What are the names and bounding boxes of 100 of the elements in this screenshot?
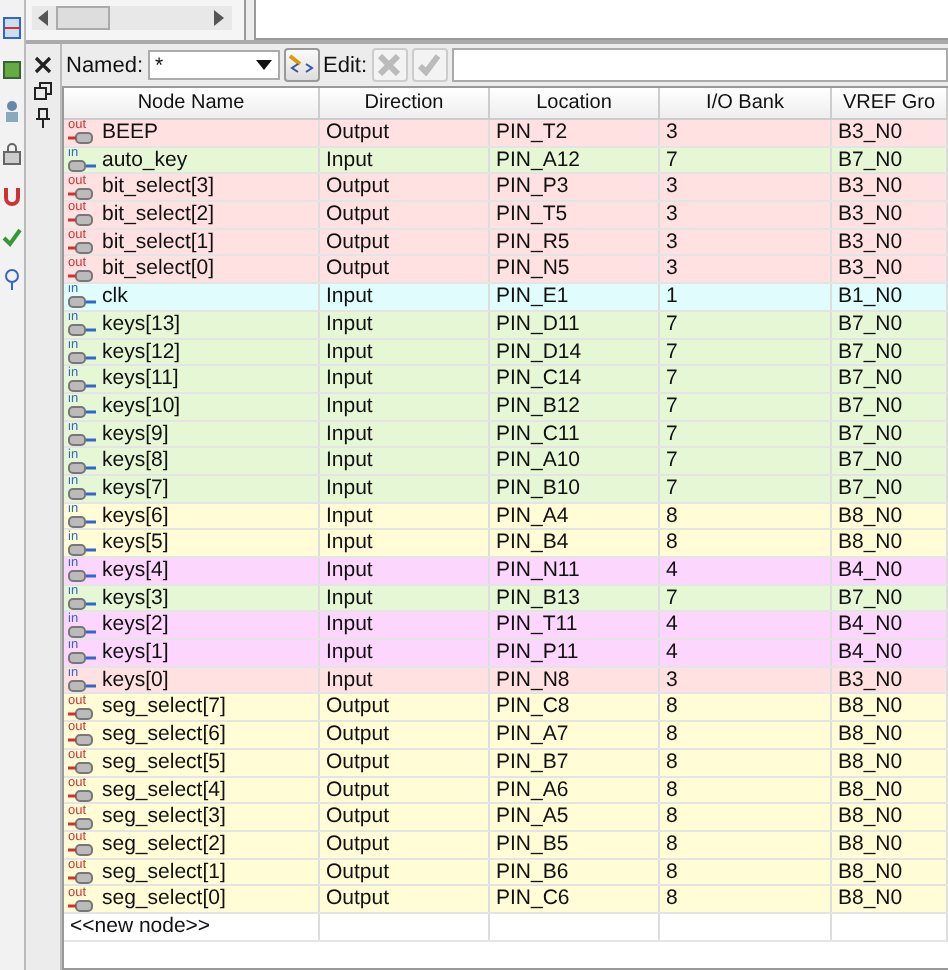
pin-icon[interactable] xyxy=(36,108,50,128)
table-cell: B8_N0 xyxy=(832,530,948,556)
new-node-cell[interactable]: <<new node>> xyxy=(64,913,320,940)
chip-icon[interactable] xyxy=(2,58,22,82)
column-header[interactable]: I/O Bank xyxy=(660,88,832,118)
node-name: seg_select[3] xyxy=(102,804,226,830)
table-cell: Input xyxy=(320,640,490,666)
named-filter-dropdown[interactable]: * xyxy=(147,50,280,80)
column-header[interactable]: VREF Gro xyxy=(832,88,948,118)
horizontal-scrollbar[interactable] xyxy=(32,6,232,30)
table-cell: 3 xyxy=(660,120,832,146)
check-icon[interactable] xyxy=(2,226,22,250)
table-cell: 4 xyxy=(660,558,832,584)
node-name: bit_select[1] xyxy=(102,229,215,255)
table-cell: Output xyxy=(320,229,490,255)
table-cell: B8_N0 xyxy=(832,886,948,912)
filter-wizard-button[interactable] xyxy=(283,48,320,82)
node-name: bit_select[2] xyxy=(102,202,215,228)
restore-icon[interactable] xyxy=(34,82,52,100)
table-cell: PIN_R5 xyxy=(490,229,660,255)
node-name: keys[0] xyxy=(102,667,169,693)
table-cell: B1_N0 xyxy=(832,284,948,310)
table-cell: 7 xyxy=(660,147,832,173)
edit-label: Edit: xyxy=(323,53,368,77)
table-cell: Input xyxy=(320,530,490,556)
table-cell: B3_N0 xyxy=(832,256,948,283)
table-cell: 8 xyxy=(660,503,832,529)
table-cell: B3_N0 xyxy=(832,120,948,146)
table-cell: Output xyxy=(320,749,490,775)
table-cell: Input xyxy=(320,585,490,611)
table-cell: B8_N0 xyxy=(832,503,948,529)
table-cell: 3 xyxy=(660,229,832,255)
table-cell: Input xyxy=(320,366,490,392)
table-cell: B7_N0 xyxy=(832,393,948,420)
table-cell: Output xyxy=(320,804,490,830)
table-cell: 4 xyxy=(660,612,832,639)
table-cell: 8 xyxy=(660,694,832,721)
table-cell: PIN_T2 xyxy=(490,120,660,146)
node-name: keys[8] xyxy=(102,448,169,474)
table-cell: PIN_D14 xyxy=(490,339,660,365)
table-cell: B3_N0 xyxy=(832,667,948,693)
grid-icon[interactable] xyxy=(2,16,22,40)
table-cell: 7 xyxy=(660,585,832,611)
table-cell: 8 xyxy=(660,886,832,912)
table-cell: B4_N0 xyxy=(832,612,948,639)
node-name: keys[10] xyxy=(102,393,181,420)
close-icon[interactable] xyxy=(34,56,52,74)
table-cell: B8_N0 xyxy=(832,804,948,830)
node-name: auto_key xyxy=(102,147,188,173)
table-cell: B7_N0 xyxy=(832,448,948,474)
wand-icon xyxy=(287,53,316,77)
table-cell: Input xyxy=(320,667,490,693)
node-name: seg_select[7] xyxy=(102,694,226,721)
node-name: keys[9] xyxy=(102,421,169,447)
node-name: keys[6] xyxy=(102,503,169,529)
node-name: seg_select[0] xyxy=(102,886,226,912)
table-cell: 8 xyxy=(660,804,832,830)
table-cell: B7_N0 xyxy=(832,585,948,611)
lock-icon[interactable] xyxy=(2,142,22,166)
node-name: seg_select[1] xyxy=(102,859,226,885)
table-cell: Output xyxy=(320,202,490,228)
table-cell: Output xyxy=(320,722,490,748)
scroll-left-icon[interactable] xyxy=(38,10,50,26)
scroll-right-icon[interactable] xyxy=(214,10,226,26)
node-name: clk xyxy=(102,284,128,310)
table-cell: B4_N0 xyxy=(832,640,948,666)
table-cell: Output xyxy=(320,777,490,803)
node-name: keys[2] xyxy=(102,612,169,639)
node-name: seg_select[2] xyxy=(102,831,226,858)
filter-label: Named: xyxy=(66,53,144,77)
column-header[interactable]: Node Name xyxy=(64,88,320,118)
magnet-icon[interactable] xyxy=(2,184,22,208)
table-cell: 8 xyxy=(660,749,832,775)
edit-field[interactable] xyxy=(451,48,948,82)
table-cell: PIN_P11 xyxy=(490,640,660,666)
table-cell: B8_N0 xyxy=(832,694,948,721)
table-cell: Output xyxy=(320,859,490,885)
table-cell: 8 xyxy=(660,859,832,885)
table-cell: 7 xyxy=(660,366,832,392)
column-header[interactable]: Location xyxy=(490,88,660,118)
table-cell: 3 xyxy=(660,174,832,201)
node-name: bit_select[3] xyxy=(102,174,215,201)
figure-icon[interactable] xyxy=(2,100,22,124)
table-cell: 3 xyxy=(660,256,832,283)
table-cell: Output xyxy=(320,174,490,201)
table-cell: PIN_A10 xyxy=(490,448,660,474)
table-cell: PIN_T5 xyxy=(490,202,660,228)
table-cell: PIN_B5 xyxy=(490,831,660,858)
table-cell: B8_N0 xyxy=(832,722,948,748)
table-cell: 1 xyxy=(660,284,832,310)
table-cell: B7_N0 xyxy=(832,311,948,337)
table-cell: B8_N0 xyxy=(832,777,948,803)
node-name: keys[7] xyxy=(102,475,169,502)
table-cell: 8 xyxy=(660,831,832,858)
column-header[interactable]: Direction xyxy=(320,88,490,118)
table-cell: PIN_B7 xyxy=(490,749,660,775)
table-cell: PIN_N5 xyxy=(490,256,660,283)
table-cell: Input xyxy=(320,503,490,529)
table-cell: PIN_N8 xyxy=(490,667,660,693)
table-cell: Output xyxy=(320,256,490,283)
